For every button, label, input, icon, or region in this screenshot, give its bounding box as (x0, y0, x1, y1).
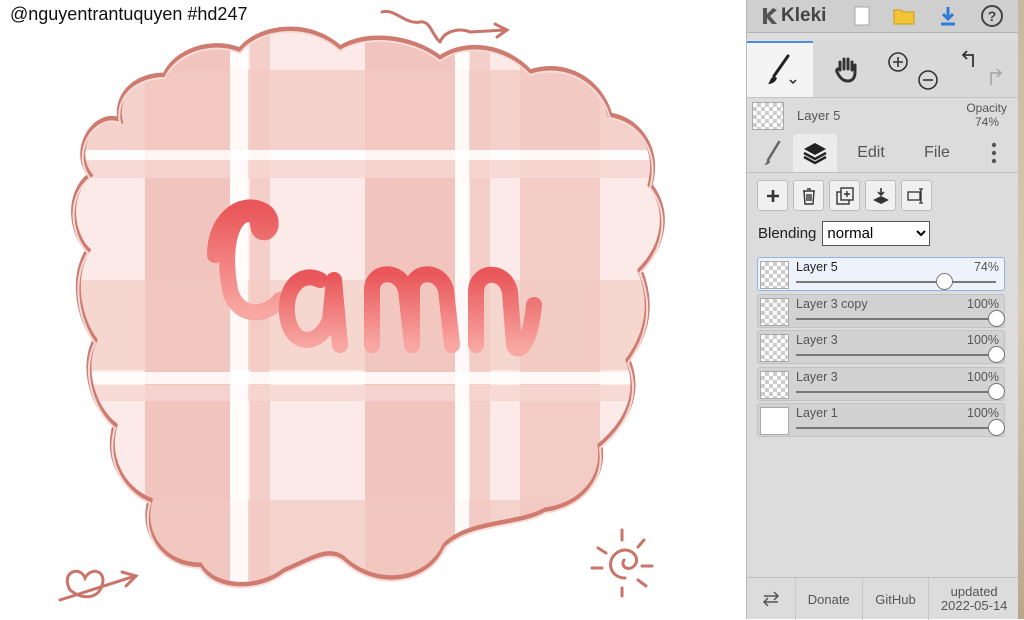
tool-row (747, 41, 1019, 98)
side-panel: Kleki ? Layer 5 Opacity 74% Edit File Bl… (746, 0, 1019, 620)
swap-side-button[interactable] (747, 578, 796, 620)
zoom-in-icon (888, 52, 908, 72)
merge-down-icon (872, 187, 889, 204)
layer-list: Layer 5 74% Layer 3 copy 100% Layer 3 10… (757, 257, 1005, 440)
layer-row[interactable]: Layer 3 copy 100% (757, 293, 1005, 328)
brush-tab-icon (764, 140, 781, 165)
new-file-icon[interactable] (849, 3, 875, 29)
updated-info: updated 2022-05-14 (929, 578, 1019, 620)
layer-name: Layer 3 copy (796, 296, 868, 311)
undo-button[interactable] (953, 45, 983, 75)
opacity-slider-knob[interactable] (936, 273, 953, 290)
blending-select[interactable]: normal (822, 221, 931, 246)
redo-icon (990, 68, 1003, 85)
donate-link[interactable]: Donate (796, 578, 863, 620)
hand-tool-button[interactable] (813, 41, 881, 97)
opacity-slider-track[interactable] (796, 427, 996, 430)
zoom-out-icon (918, 70, 938, 90)
top-bar: Kleki ? (747, 0, 1019, 33)
layer-name: Layer 5 (796, 260, 838, 274)
tab-file[interactable]: File (913, 134, 961, 172)
rename-layer-button[interactable] (901, 180, 932, 211)
opacity-slider-knob[interactable] (988, 309, 1005, 327)
layer-thumbnail (760, 297, 789, 326)
opacity-slider-track[interactable] (796, 317, 996, 320)
layer-name: Layer 3 (796, 333, 838, 348)
opacity-value: 74% (974, 115, 999, 129)
watermark-text: @nguyentrantuquyen #hd247 (10, 4, 248, 24)
open-folder-icon[interactable] (891, 3, 917, 29)
layer-row[interactable]: Layer 3 100% (757, 330, 1005, 365)
layer-opacity: 100% (967, 406, 999, 421)
brush-tool-button[interactable] (747, 41, 813, 97)
swap-arrows-icon (762, 591, 779, 607)
merge-down-button[interactable] (865, 180, 896, 211)
rename-icon (906, 187, 923, 204)
current-layer-name: Layer 5 (797, 108, 841, 123)
duplicate-layer-button[interactable] (829, 180, 860, 211)
opacity-slider-knob[interactable] (988, 346, 1005, 364)
panel-footer: Donate GitHub updated 2022-05-14 (747, 577, 1019, 620)
opacity-label: Opacity (966, 101, 1007, 115)
opacity-slider-track[interactable] (796, 281, 996, 283)
blending-label: Blending (758, 225, 817, 242)
github-link[interactable]: GitHub (863, 578, 930, 620)
ribbon-doodle (380, 9, 510, 44)
tab-brush[interactable] (755, 134, 791, 172)
app-name: Kleki (781, 5, 827, 26)
undo-icon (961, 50, 974, 67)
redo-button[interactable] (981, 63, 1011, 93)
layer-thumbnail (760, 334, 789, 363)
zoom-out-button[interactable] (913, 65, 943, 95)
layer-row[interactable]: Layer 5 74% (757, 257, 1005, 291)
svg-text:?: ? (988, 8, 997, 24)
plus-icon (766, 189, 779, 202)
layers-icon (803, 143, 827, 165)
help-icon[interactable]: ? (979, 3, 1005, 29)
opacity-slider-track[interactable] (796, 354, 996, 357)
layer-opacity: 100% (967, 333, 999, 348)
layer-opacity: 100% (967, 296, 999, 311)
layer-thumbnail (760, 370, 789, 399)
app-logo[interactable]: Kleki (759, 5, 826, 27)
updated-label: updated (950, 584, 998, 599)
layer-row[interactable]: Layer 3 100% (757, 366, 1005, 401)
trash-icon (802, 187, 815, 205)
sun-doodle (590, 528, 654, 598)
add-layer-button[interactable] (757, 180, 788, 211)
opacity-slider-knob[interactable] (988, 382, 1005, 400)
tab-layers[interactable] (793, 134, 837, 172)
layer-thumbnail (760, 407, 789, 436)
opacity-slider-knob[interactable] (988, 419, 1005, 437)
layer-row[interactable]: Layer 1 100% (757, 403, 1005, 438)
updated-date: 2022-05-14 (940, 598, 1008, 613)
arrow-doodle (58, 570, 139, 602)
drawing-canvas[interactable]: @nguyentrantuquyen #hd247 (0, 0, 746, 619)
layer-thumbnail (760, 261, 789, 289)
duplicate-icon (835, 186, 854, 205)
zoom-in-button[interactable] (883, 47, 913, 77)
current-layer-info: Layer 5 Opacity 74% (747, 98, 1019, 134)
more-menu-icon[interactable] (979, 134, 1009, 172)
window-edge (1018, 0, 1024, 619)
layer-actions (757, 180, 932, 211)
delete-layer-button[interactable] (793, 180, 824, 211)
layer-opacity: 74% (973, 260, 999, 274)
panel-tabs: Edit File (747, 134, 1019, 173)
brush-icon (768, 54, 797, 85)
kleki-logo-icon (763, 8, 777, 24)
download-icon[interactable] (935, 3, 961, 29)
layer-opacity: 100% (967, 369, 999, 384)
layer-name: Layer 3 (796, 369, 838, 384)
tab-edit[interactable]: Edit (847, 134, 895, 172)
current-layer-thumbnail (752, 102, 784, 130)
layer-name: Layer 1 (796, 406, 838, 421)
hand-icon (835, 57, 857, 83)
blending-control: Blending normal (758, 221, 931, 246)
opacity-slider-track[interactable] (796, 390, 996, 393)
artwork (58, 9, 665, 602)
